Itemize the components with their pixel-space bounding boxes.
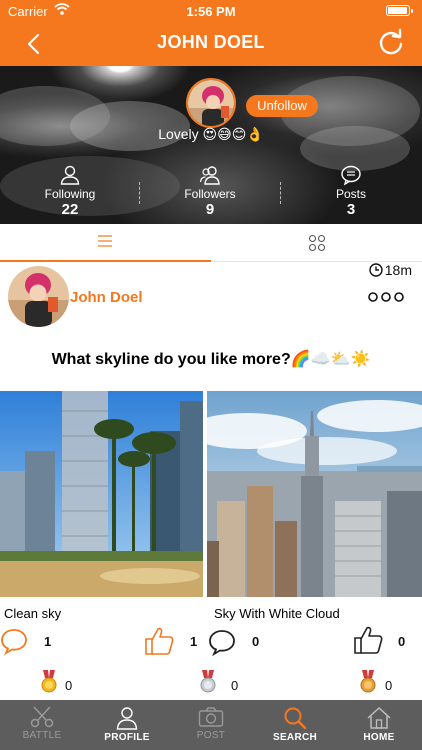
tab-profile[interactable]: PROFILE [85, 700, 169, 750]
following-label: Following [44, 187, 96, 201]
post-author-avatar[interactable] [8, 266, 69, 327]
view-tabs [0, 224, 422, 262]
posts-count: 3 [346, 201, 356, 218]
followers-count: 9 [205, 201, 215, 218]
grid-view-icon [308, 234, 326, 252]
tab-battle-label: BATTLE [22, 730, 62, 741]
comment-icon[interactable] [208, 628, 236, 656]
profile-stats: Following 22 Followers 9 Posts 3 [0, 164, 422, 222]
list-view-icon [98, 235, 112, 247]
option-a-medal-count: 0 [65, 678, 73, 693]
status-bar: Carrier 1:56 PM [0, 0, 422, 22]
profile-bio: Lovely 😍😅😊👌 [158, 126, 264, 142]
posts-label: Posts [335, 187, 366, 201]
clock-time: 1:56 PM [186, 4, 236, 19]
profile-screen: Carrier 1:56 PM JOHN DOEL Unfollow Lovel… [0, 0, 422, 750]
people-icon [199, 166, 220, 185]
search-icon [284, 707, 307, 730]
unfollow-button[interactable]: Unfollow [246, 95, 318, 117]
page-title: JOHN DOEL [157, 32, 265, 52]
option-b-silver-medal-count: 0 [231, 678, 239, 693]
bottom-tab-bar: BATTLE PROFILE POST SEARCH HOME [0, 700, 422, 750]
posts-stat[interactable]: Posts 3 [301, 164, 401, 218]
option-b-caption: Sky With White Cloud [214, 606, 340, 621]
tab-home[interactable]: HOME [337, 700, 421, 750]
option-b-like-count: 0 [398, 634, 406, 649]
tab-profile-label: PROFILE [104, 732, 150, 743]
person-icon [116, 707, 138, 730]
chat-bubble-icon [341, 165, 361, 186]
followers-stat[interactable]: Followers 9 [160, 164, 260, 218]
following-stat[interactable]: Following 22 [20, 164, 120, 218]
top-bar: Carrier 1:56 PM JOHN DOEL [0, 0, 422, 66]
more-options-icon[interactable] [368, 290, 404, 304]
option-b-photo[interactable] [207, 391, 422, 597]
tab-post[interactable]: POST [169, 700, 253, 750]
option-a-photo[interactable] [0, 391, 203, 597]
tab-list-view[interactable] [0, 224, 211, 262]
tab-home-label: HOME [363, 732, 395, 743]
profile-avatar[interactable] [186, 78, 236, 128]
tab-post-label: POST [196, 730, 226, 741]
post-question: What skyline do you like more?🌈☁️⛅☀️ [51, 351, 371, 368]
camera-icon [198, 707, 224, 727]
battery-icon [386, 5, 413, 16]
tab-search[interactable]: SEARCH [253, 700, 337, 750]
tab-grid-view[interactable] [211, 224, 422, 262]
followers-label: Followers [184, 187, 236, 201]
option-a-comment-count: 1 [44, 634, 52, 649]
home-icon [367, 706, 391, 729]
scissors-icon [30, 706, 54, 728]
post-time: 18m [369, 262, 412, 278]
thumbs-up-icon[interactable] [143, 626, 175, 656]
option-a-caption: Clean sky [4, 606, 62, 621]
stat-divider [139, 182, 140, 204]
post-time-value: 18m [384, 262, 412, 278]
option-a-like-count: 1 [190, 634, 198, 649]
following-count: 22 [61, 201, 79, 218]
post-author-name[interactable]: John Doel [70, 289, 143, 306]
stat-divider [280, 182, 281, 204]
gold-medal-icon [41, 670, 57, 693]
comment-icon[interactable] [0, 627, 28, 655]
person-icon [60, 165, 80, 185]
option-b-gold-medal-count: 0 [385, 678, 393, 693]
refresh-icon[interactable] [376, 28, 406, 58]
gold-medal-icon [360, 670, 376, 693]
tab-battle[interactable]: BATTLE [0, 700, 84, 750]
option-b-comment-count: 0 [252, 634, 260, 649]
profile-cover: Unfollow Lovely 😍😅😊👌 Following 22 Follow… [0, 66, 422, 224]
tab-search-label: SEARCH [272, 732, 318, 743]
clock-icon [369, 263, 383, 277]
thumbs-up-icon[interactable] [352, 625, 384, 655]
silver-medal-icon [200, 670, 216, 693]
